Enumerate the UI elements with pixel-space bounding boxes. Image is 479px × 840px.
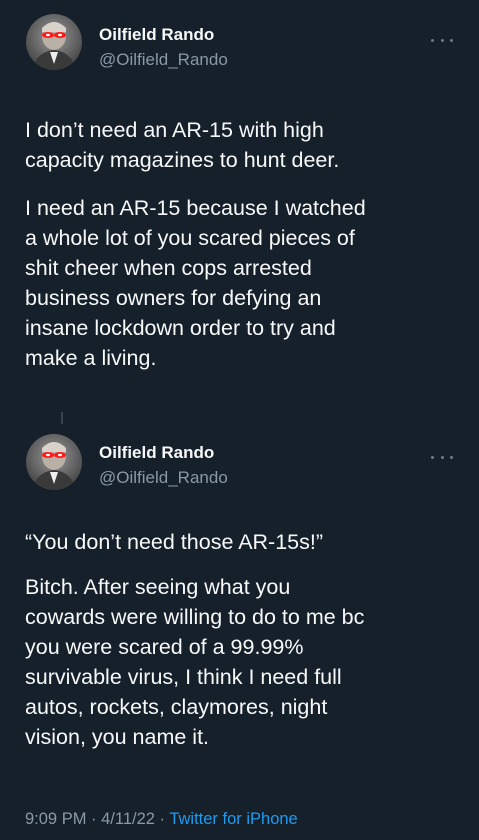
avatar-photo xyxy=(32,22,76,70)
timestamp-separator: · xyxy=(86,810,102,828)
tweet-date[interactable]: 4/11/22 xyxy=(101,810,155,828)
author-handle[interactable]: @Oilfield_Rando xyxy=(99,50,228,70)
more-options-icon[interactable] xyxy=(431,35,453,45)
author-name[interactable]: Oilfield Rando xyxy=(99,25,214,45)
author-handle[interactable]: @Oilfield_Rando xyxy=(99,468,228,488)
tweet-2-paragraph-2: Bitch. After seeing what you cowards wer… xyxy=(25,575,365,749)
tweet-2-paragraph-1: “You don’t need those AR-15s!” xyxy=(25,530,324,554)
thread-connector-line xyxy=(61,412,63,424)
timestamp-separator: · xyxy=(154,810,170,828)
author-avatar[interactable] xyxy=(26,434,82,490)
tweet-time[interactable]: 9:09 PM xyxy=(25,810,86,828)
tweet-1-paragraph-2: I need an AR-15 because I watched a whol… xyxy=(25,196,366,370)
tweet-source-link[interactable]: Twitter for iPhone xyxy=(169,810,297,828)
author-name[interactable]: Oilfield Rando xyxy=(99,443,214,463)
tweet-1-paragraph-1: I don’t need an AR-15 with high capacity… xyxy=(25,118,340,172)
avatar-photo xyxy=(32,442,76,490)
author-avatar[interactable] xyxy=(26,14,82,70)
more-options-icon[interactable] xyxy=(431,452,453,462)
tweet-timestamp: 9:09 PM · 4/11/22 · Twitter for iPhone xyxy=(25,810,298,829)
